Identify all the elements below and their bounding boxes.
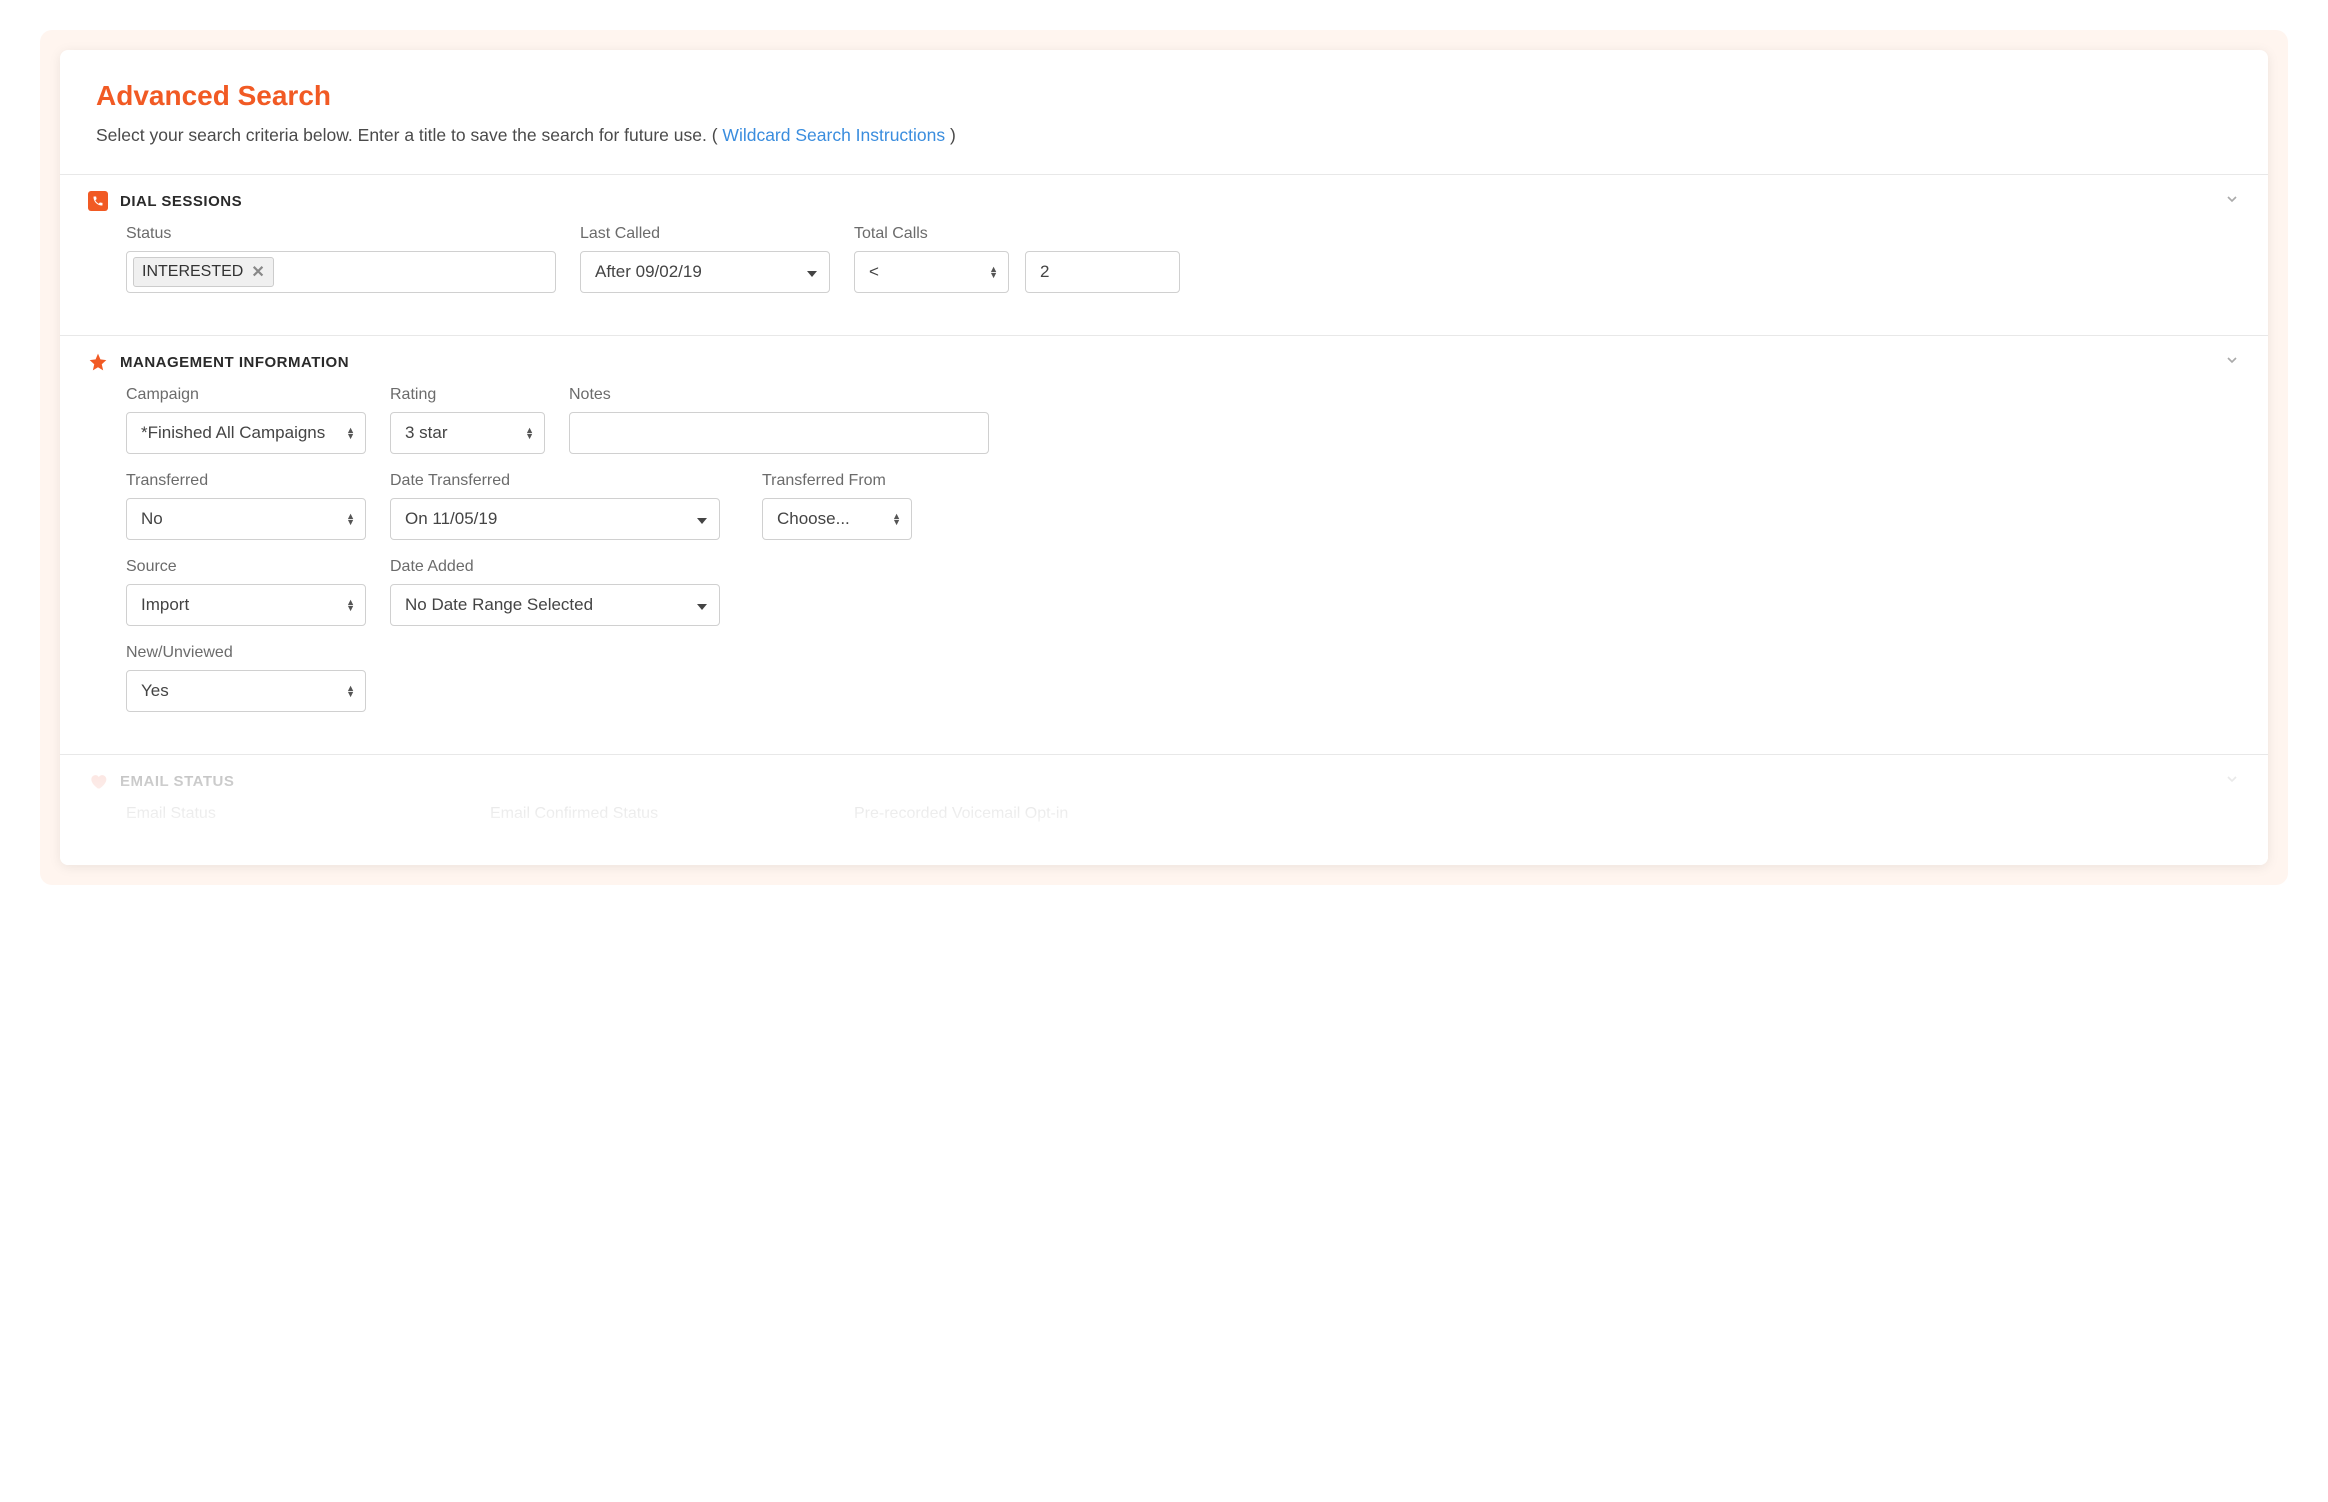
field-date-transferred: Date Transferred On 11/05/19 xyxy=(390,472,720,540)
transferred-from-value: Choose... xyxy=(777,509,850,529)
sort-arrows-icon: ▲▼ xyxy=(346,513,355,525)
transferred-select[interactable]: No ▲▼ xyxy=(126,498,366,540)
last-called-label: Last Called xyxy=(580,225,830,243)
section-body-dial-sessions: Status INTERESTED ✕ Last Called After 09… xyxy=(60,225,2268,335)
section-title-email-status: EMAIL STATUS xyxy=(120,773,234,790)
total-calls-operator-value: < xyxy=(869,262,879,282)
last-called-dropdown[interactable]: After 09/02/19 xyxy=(580,251,830,293)
close-icon[interactable]: ✕ xyxy=(251,262,264,282)
campaign-label: Campaign xyxy=(126,386,366,404)
caret-down-icon xyxy=(697,509,707,529)
field-total-calls: Total Calls < ▲▼ xyxy=(854,225,1180,293)
phone-icon xyxy=(88,191,108,211)
campaign-select[interactable]: *Finished All Campaigns ▲▼ xyxy=(126,412,366,454)
field-last-called: Last Called After 09/02/19 xyxy=(580,225,830,293)
sort-arrows-icon: ▲▼ xyxy=(525,427,534,439)
field-voicemail-optin: Pre-recorded Voicemail Opt-in xyxy=(854,805,1068,831)
section-email-status: EMAIL STATUS Email Status Email Confirme… xyxy=(60,755,2268,865)
section-body-email-status: Email Status Email Confirmed Status Pre-… xyxy=(60,805,2268,865)
sort-arrows-icon: ▲▼ xyxy=(346,599,355,611)
section-title-management: MANAGEMENT INFORMATION xyxy=(120,354,349,371)
section-body-management: Campaign *Finished All Campaigns ▲▼ Rati… xyxy=(60,386,2268,754)
voicemail-optin-label: Pre-recorded Voicemail Opt-in xyxy=(854,805,1068,823)
total-calls-operator-select[interactable]: < ▲▼ xyxy=(854,251,1009,293)
section-header-email-status[interactable]: EMAIL STATUS xyxy=(60,755,2268,805)
campaign-value: *Finished All Campaigns xyxy=(141,423,325,443)
rating-label: Rating xyxy=(390,386,545,404)
status-tag[interactable]: INTERESTED ✕ xyxy=(133,257,274,287)
date-transferred-label: Date Transferred xyxy=(390,472,720,490)
notes-input[interactable] xyxy=(569,412,989,454)
new-unviewed-select[interactable]: Yes ▲▼ xyxy=(126,670,366,712)
date-transferred-dropdown[interactable]: On 11/05/19 xyxy=(390,498,720,540)
notes-label: Notes xyxy=(569,386,989,404)
sort-arrows-icon: ▲▼ xyxy=(892,513,901,525)
transferred-label: Transferred xyxy=(126,472,366,490)
sort-arrows-icon: ▲▼ xyxy=(989,266,998,278)
date-added-value: No Date Range Selected xyxy=(405,595,593,615)
field-transferred-from: Transferred From Choose... ▲▼ xyxy=(762,472,912,540)
field-date-added: Date Added No Date Range Selected xyxy=(390,558,720,626)
status-tag-text: INTERESTED xyxy=(142,263,243,281)
sort-arrows-icon: ▲▼ xyxy=(346,427,355,439)
subtitle-prefix: Select your search criteria below. Enter… xyxy=(96,125,722,145)
email-confirmed-label: Email Confirmed Status xyxy=(490,805,830,823)
transferred-from-label: Transferred From xyxy=(762,472,912,490)
header: Advanced Search Select your search crite… xyxy=(60,50,2268,175)
chevron-down-icon xyxy=(2224,352,2240,373)
chevron-down-icon xyxy=(2224,771,2240,792)
date-added-dropdown[interactable]: No Date Range Selected xyxy=(390,584,720,626)
heart-icon xyxy=(88,771,108,791)
date-transferred-value: On 11/05/19 xyxy=(405,509,497,529)
field-status: Status INTERESTED ✕ xyxy=(126,225,556,293)
field-source: Source Import ▲▼ xyxy=(126,558,366,626)
wildcard-instructions-link[interactable]: Wildcard Search Instructions xyxy=(722,125,945,145)
section-title-dial-sessions: DIAL SESSIONS xyxy=(120,193,242,210)
email-status-label: Email Status xyxy=(126,805,466,823)
field-transferred: Transferred No ▲▼ xyxy=(126,472,366,540)
caret-down-icon xyxy=(697,595,707,615)
last-called-value: After 09/02/19 xyxy=(595,262,702,282)
page-container: Advanced Search Select your search crite… xyxy=(40,30,2288,885)
page-subtitle: Select your search criteria below. Enter… xyxy=(96,122,2232,148)
source-value: Import xyxy=(141,595,189,615)
status-label: Status xyxy=(126,225,556,243)
field-email-confirmed: Email Confirmed Status xyxy=(490,805,830,831)
section-header-management[interactable]: MANAGEMENT INFORMATION xyxy=(60,336,2268,386)
new-unviewed-label: New/Unviewed xyxy=(126,644,366,662)
section-header-dial-sessions[interactable]: DIAL SESSIONS xyxy=(60,175,2268,225)
chevron-down-icon xyxy=(2224,191,2240,212)
field-new-unviewed: New/Unviewed Yes ▲▼ xyxy=(126,644,366,712)
field-email-status: Email Status xyxy=(126,805,466,831)
rating-select[interactable]: 3 star ▲▼ xyxy=(390,412,545,454)
caret-down-icon xyxy=(807,262,817,282)
status-input[interactable]: INTERESTED ✕ xyxy=(126,251,556,293)
star-icon xyxy=(88,352,108,372)
sort-arrows-icon: ▲▼ xyxy=(346,685,355,697)
field-notes: Notes xyxy=(569,386,989,454)
source-label: Source xyxy=(126,558,366,576)
subtitle-suffix: ) xyxy=(945,125,956,145)
transferred-from-select[interactable]: Choose... ▲▼ xyxy=(762,498,912,540)
transferred-value: No xyxy=(141,509,163,529)
total-calls-label: Total Calls xyxy=(854,225,1180,243)
source-select[interactable]: Import ▲▼ xyxy=(126,584,366,626)
page-title: Advanced Search xyxy=(96,80,2232,112)
field-campaign: Campaign *Finished All Campaigns ▲▼ xyxy=(126,386,366,454)
section-dial-sessions: DIAL SESSIONS Status INTERESTED ✕ xyxy=(60,175,2268,336)
date-added-label: Date Added xyxy=(390,558,720,576)
new-unviewed-value: Yes xyxy=(141,681,169,701)
rating-value: 3 star xyxy=(405,423,448,443)
field-rating: Rating 3 star ▲▼ xyxy=(390,386,545,454)
total-calls-value-input[interactable] xyxy=(1025,251,1180,293)
advanced-search-card: Advanced Search Select your search crite… xyxy=(60,50,2268,865)
section-management: MANAGEMENT INFORMATION Campaign *Finishe… xyxy=(60,336,2268,755)
